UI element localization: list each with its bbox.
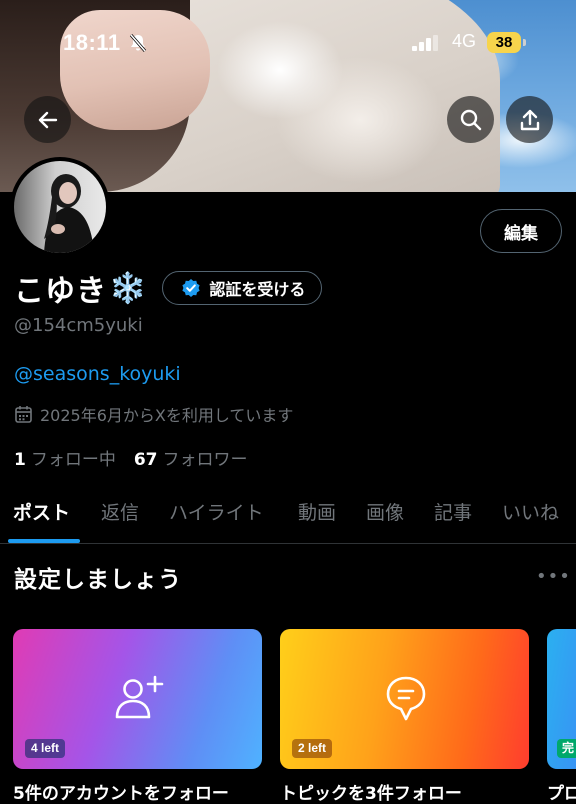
profile-avatar[interactable] — [10, 157, 110, 257]
profile-tabs: ポスト 返信 ハイライト 動画 画像 記事 いいね — [0, 482, 576, 544]
follow-stats: 1 フォロー中 67 フォロワー — [14, 445, 266, 470]
setup-card-follow-accounts[interactable]: 4 left — [13, 629, 262, 769]
following-label: フォロー中 — [30, 450, 116, 470]
setup-card-follow-topics[interactable]: 2 left — [280, 629, 529, 769]
followers-label: フォロワー — [162, 450, 248, 470]
search-button[interactable] — [447, 96, 494, 143]
battery-tip — [523, 39, 526, 46]
tab-articles[interactable]: 記事 — [434, 498, 472, 525]
joined-date: 2025年6月からXを利用しています — [14, 402, 293, 426]
setup-card-profile[interactable]: 完 — [547, 629, 576, 769]
tab-videos[interactable]: 動画 — [298, 498, 336, 525]
get-verified-label: 認証を受ける — [209, 280, 306, 299]
get-verified-button[interactable]: 認証を受ける — [162, 271, 323, 305]
card-caption: トピックを3件フォロー — [280, 784, 462, 804]
calendar-icon — [15, 405, 32, 423]
search-icon — [460, 109, 481, 130]
header-banner-image[interactable] — [0, 0, 576, 192]
tab-replies[interactable]: 返信 — [101, 498, 139, 525]
bio-mention-link[interactable]: @seasons_koyuki — [14, 363, 181, 385]
status-bar: 18:11 4G 38 — [0, 30, 576, 58]
banner-hand — [60, 10, 210, 130]
complete-badge: 完 — [557, 739, 576, 758]
silent-bell-icon — [128, 33, 148, 57]
tab-likes[interactable]: いいね — [502, 498, 559, 525]
remaining-badge: 4 left — [25, 739, 66, 758]
edit-profile-button[interactable]: 編集 — [480, 209, 562, 253]
tab-posts[interactable]: ポスト — [13, 498, 70, 525]
avatar-photo — [14, 161, 106, 253]
card-caption: プロ — [547, 784, 576, 804]
add-user-icon — [115, 675, 164, 719]
display-name: こゆき — [14, 274, 107, 309]
topic-icon — [386, 676, 426, 721]
profile-handle: @154cm5yuki — [14, 315, 143, 336]
followers-count: 67 — [133, 450, 158, 470]
share-button[interactable] — [506, 96, 553, 143]
joined-text: 2025年6月からXを利用しています — [40, 406, 294, 425]
status-time: 18:11 — [63, 30, 121, 55]
snowflake-emoji: ❄️ — [109, 270, 147, 306]
tab-photos[interactable]: 画像 — [366, 498, 404, 525]
signal-strength-icon — [412, 35, 440, 55]
verified-badge-icon — [182, 279, 200, 297]
more-options-icon[interactable]: ••• — [536, 566, 571, 587]
remaining-badge: 2 left — [292, 739, 333, 758]
tab-highlights[interactable]: ハイライト — [169, 498, 264, 525]
network-type: 4G — [452, 31, 477, 51]
profile-name-row: こゆき ❄️ 認証を受ける — [14, 268, 323, 309]
active-tab-indicator — [8, 539, 80, 543]
following-count: 1 — [14, 450, 26, 470]
following-link[interactable]: 1 フォロー中 — [14, 445, 116, 470]
card-caption: 5件のアカウントをフォロー — [13, 784, 229, 804]
back-button[interactable] — [24, 96, 71, 143]
battery-indicator: 38 — [487, 32, 521, 53]
setup-section-title: 設定しましょう — [14, 567, 182, 593]
followers-link[interactable]: 67 フォロワー — [134, 445, 248, 470]
arrow-left-icon — [38, 111, 57, 128]
share-upload-icon — [520, 109, 539, 130]
